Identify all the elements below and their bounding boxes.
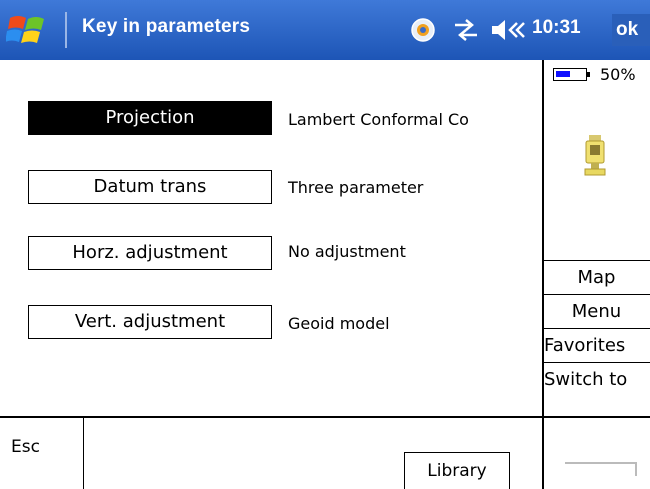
window-title: Key in parameters bbox=[82, 16, 251, 37]
horz-adjustment-value: No adjustment bbox=[288, 242, 406, 261]
ok-button[interactable]: ok bbox=[612, 14, 650, 46]
map-label: Map bbox=[577, 267, 616, 288]
volume-icon[interactable] bbox=[490, 17, 526, 43]
projection-value: Lambert Conformal Co bbox=[288, 110, 469, 129]
esc-button[interactable]: Esc bbox=[0, 417, 84, 489]
enter-key-icon[interactable] bbox=[565, 462, 637, 476]
datum-trans-value: Three parameter bbox=[288, 178, 424, 197]
clock[interactable]: 10:31 bbox=[532, 17, 581, 39]
datum-trans-button[interactable]: Datum trans bbox=[28, 170, 272, 204]
title-separator bbox=[65, 12, 67, 48]
vert-adjustment-button[interactable]: Vert. adjustment bbox=[28, 305, 272, 339]
bottom-divider bbox=[0, 416, 650, 418]
vert-adjustment-value: Geoid model bbox=[288, 314, 390, 333]
parameters-panel: Projection Lambert Conformal Co Datum tr… bbox=[0, 60, 542, 417]
favorites-button[interactable]: Favorites bbox=[543, 328, 650, 362]
battery-level bbox=[556, 71, 570, 77]
map-button[interactable]: Map bbox=[543, 260, 650, 294]
total-station-icon[interactable] bbox=[579, 133, 611, 179]
library-button[interactable]: Library bbox=[404, 452, 510, 489]
windows-start-icon[interactable] bbox=[6, 12, 52, 48]
connectivity-icon[interactable] bbox=[410, 17, 436, 43]
horz-adjustment-button[interactable]: Horz. adjustment bbox=[28, 236, 272, 270]
battery-nub bbox=[587, 72, 590, 77]
right-panel: 50% Map Menu Favorites Switch to bbox=[543, 60, 650, 417]
menu-button[interactable]: Menu bbox=[543, 294, 650, 328]
data-sync-icon[interactable] bbox=[451, 17, 481, 43]
favorites-label: Favorites bbox=[544, 335, 626, 356]
switch-to-label: Switch to bbox=[544, 369, 628, 390]
title-bar: Key in parameters 10:31 ok bbox=[0, 0, 650, 60]
battery-icon bbox=[553, 68, 590, 81]
battery-percent: 50% bbox=[600, 65, 636, 84]
projection-button[interactable]: Projection bbox=[28, 101, 272, 135]
switch-to-button[interactable]: Switch to bbox=[543, 362, 650, 396]
menu-label: Menu bbox=[571, 301, 622, 322]
